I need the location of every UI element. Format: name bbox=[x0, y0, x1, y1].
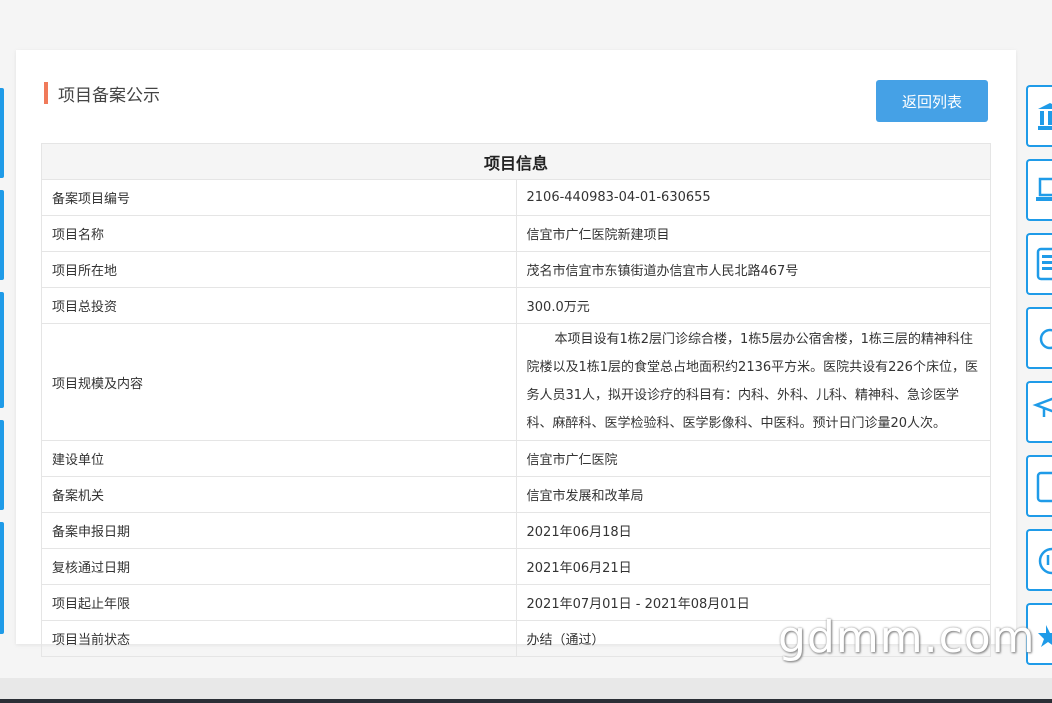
bank-icon bbox=[1038, 103, 1052, 130]
footer-dark-strip bbox=[0, 699, 1052, 703]
graduation-icon bbox=[1032, 397, 1052, 417]
watermark-text: gdmm.com bbox=[778, 612, 1036, 663]
content-card: 项目备案公示 返回列表 项目信息 备案项目编号 2106-440983-04-0… bbox=[16, 50, 1016, 657]
row-label: 项目所在地 bbox=[41, 251, 517, 288]
back-to-list-button[interactable]: 返回列表 bbox=[876, 80, 988, 122]
page-title: 项目备案公示 bbox=[58, 85, 160, 106]
sidebar-button-bank[interactable] bbox=[1026, 85, 1052, 147]
row-label: 备案项目编号 bbox=[41, 179, 517, 216]
table-header: 项目信息 bbox=[41, 143, 991, 180]
row-label: 建设单位 bbox=[41, 440, 517, 477]
row-label: 项目规模及内容 bbox=[41, 323, 517, 441]
left-tab[interactable] bbox=[0, 292, 4, 408]
left-tab[interactable] bbox=[0, 88, 4, 178]
title-accent-bar bbox=[44, 82, 48, 104]
row-value: 300.0万元 bbox=[515, 287, 991, 324]
row-value: 信宜市发展和改革局 bbox=[515, 476, 991, 513]
right-sidebar bbox=[1026, 85, 1052, 675]
left-tab[interactable] bbox=[0, 522, 4, 634]
table-header-row: 项目信息 bbox=[41, 143, 991, 180]
row-label: 备案机关 bbox=[41, 476, 517, 513]
document-icon bbox=[1036, 471, 1052, 503]
left-edge-tabs bbox=[0, 0, 6, 703]
project-info-table: 项目信息 备案项目编号 2106-440983-04-01-630655 项目名… bbox=[41, 143, 991, 657]
row-label: 项目总投资 bbox=[41, 287, 517, 324]
info-icon bbox=[1038, 547, 1052, 575]
table-row: 备案项目编号 2106-440983-04-01-630655 bbox=[41, 179, 991, 216]
section-title: 项目备案公示 bbox=[44, 81, 160, 106]
row-label: 项目名称 bbox=[41, 215, 517, 252]
laptop-icon bbox=[1036, 177, 1052, 201]
table-row: 项目规模及内容 本项目设有1栋2层门诊综合楼，1栋5层办公宿舍楼，1栋三层的精神… bbox=[41, 323, 991, 441]
table-row: 备案申报日期 2021年06月18日 bbox=[41, 512, 991, 549]
sidebar-button-info[interactable] bbox=[1026, 529, 1052, 591]
table-row: 建设单位 信宜市广仁医院 bbox=[41, 440, 991, 477]
sidebar-button-search[interactable] bbox=[1026, 307, 1052, 369]
row-label: 复核通过日期 bbox=[41, 548, 517, 585]
building-icon bbox=[1036, 247, 1052, 281]
sidebar-button-building[interactable] bbox=[1026, 233, 1052, 295]
row-label: 项目起止年限 bbox=[41, 584, 517, 621]
row-value: 茂名市信宜市东镇街道办信宜市人民北路467号 bbox=[515, 251, 991, 288]
table-row: 备案机关 信宜市发展和改革局 bbox=[41, 476, 991, 513]
row-value: 2106-440983-04-01-630655 bbox=[515, 179, 991, 216]
search-icon bbox=[1039, 328, 1052, 350]
left-tab[interactable] bbox=[0, 190, 4, 280]
row-value: 2021年06月18日 bbox=[515, 512, 991, 549]
left-tab[interactable] bbox=[0, 420, 4, 510]
sidebar-button-document[interactable] bbox=[1026, 455, 1052, 517]
row-value: 本项目设有1栋2层门诊综合楼，1栋5层办公宿舍楼，1栋三层的精神科住院楼以及1栋… bbox=[515, 323, 991, 441]
row-value: 信宜市广仁医院新建项目 bbox=[515, 215, 991, 252]
sidebar-button-graduation[interactable] bbox=[1026, 381, 1052, 443]
table-row: 复核通过日期 2021年06月21日 bbox=[41, 548, 991, 585]
row-value: 信宜市广仁医院 bbox=[515, 440, 991, 477]
footer-bar bbox=[0, 678, 1052, 703]
row-value: 2021年06月21日 bbox=[515, 548, 991, 585]
row-label: 备案申报日期 bbox=[41, 512, 517, 549]
table-row: 项目名称 信宜市广仁医院新建项目 bbox=[41, 215, 991, 252]
sidebar-button-laptop[interactable] bbox=[1026, 159, 1052, 221]
row-label: 项目当前状态 bbox=[41, 620, 517, 657]
table-row: 项目所在地 茂名市信宜市东镇街道办信宜市人民北路467号 bbox=[41, 251, 991, 288]
table-row: 项目总投资 300.0万元 bbox=[41, 287, 991, 324]
